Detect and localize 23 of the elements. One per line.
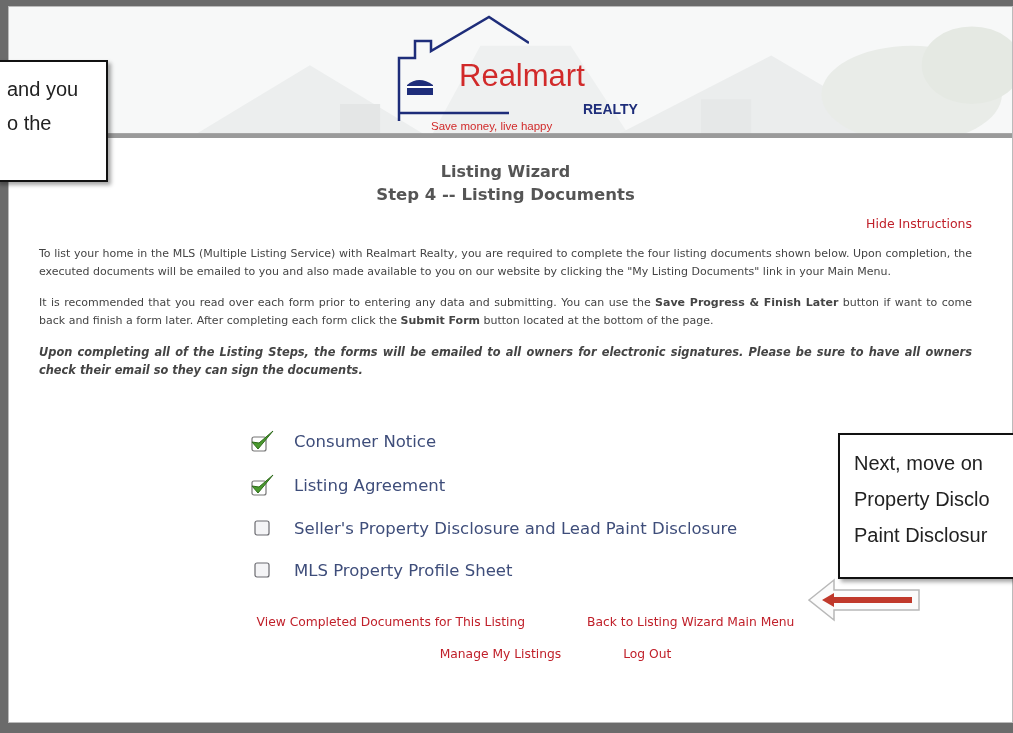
nav-link[interactable]: Manage My Listings <box>439 647 562 661</box>
left-arrow-icon <box>808 578 920 622</box>
instruction-paragraph: To list your home in the MLS (Multiple Listing Service) with Realmart Realty, you are required to complete the four listing documents shown below. Upon completion, the executed documents will be emailed to you and also made available to you on our website by clicking the "My Listing Documents" link in your Main Menu. <box>39 246 972 280</box>
document-link[interactable]: MLS Property Profile Sheet <box>294 560 513 580</box>
document-link[interactable]: Listing Agreement <box>294 475 446 495</box>
document-link[interactable]: Consumer Notice <box>294 431 437 451</box>
callout-text: Paint Disclosur <box>854 523 988 548</box>
nav-link[interactable]: Log Out <box>623 647 672 661</box>
brand-subtitle: REALTY <box>583 101 638 117</box>
document-link[interactable]: Seller's Property Disclosure and Lead Paint Disclosure <box>294 518 738 538</box>
callout-text: and you <box>7 77 79 102</box>
callout-text: Next, move on <box>854 451 983 476</box>
brand-name: Realmart <box>459 58 585 94</box>
callout-text: o the <box>7 111 52 136</box>
nav-link[interactable]: Back to Listing Wizard Main Menu <box>587 615 795 629</box>
page-title: Listing Wizard <box>439 161 572 183</box>
instruction-paragraph: It is recommended that you read over each form prior to entering any data and submitting. You can use the Save Progress & Finish Later button if want to come back and finish a form later. After completing each form click the Submit Form button located at the bottom of the page. <box>39 295 972 329</box>
instruction-paragraph: Upon completing all of the Listing Steps, the forms will be emailed to all owners for electronic signatures. Please be sure to have all owners check their email so they can sign the documents. <box>39 344 972 379</box>
page-subtitle: Step 4 -- Listing Documents <box>375 184 636 206</box>
tagline: Save money, live happy <box>431 120 553 132</box>
nav-link[interactable]: View Completed Documents for This Listing <box>256 615 526 629</box>
callout-text: Property Disclo <box>854 487 990 512</box>
hide-instructions-link[interactable]: Hide Instructions <box>866 216 972 231</box>
